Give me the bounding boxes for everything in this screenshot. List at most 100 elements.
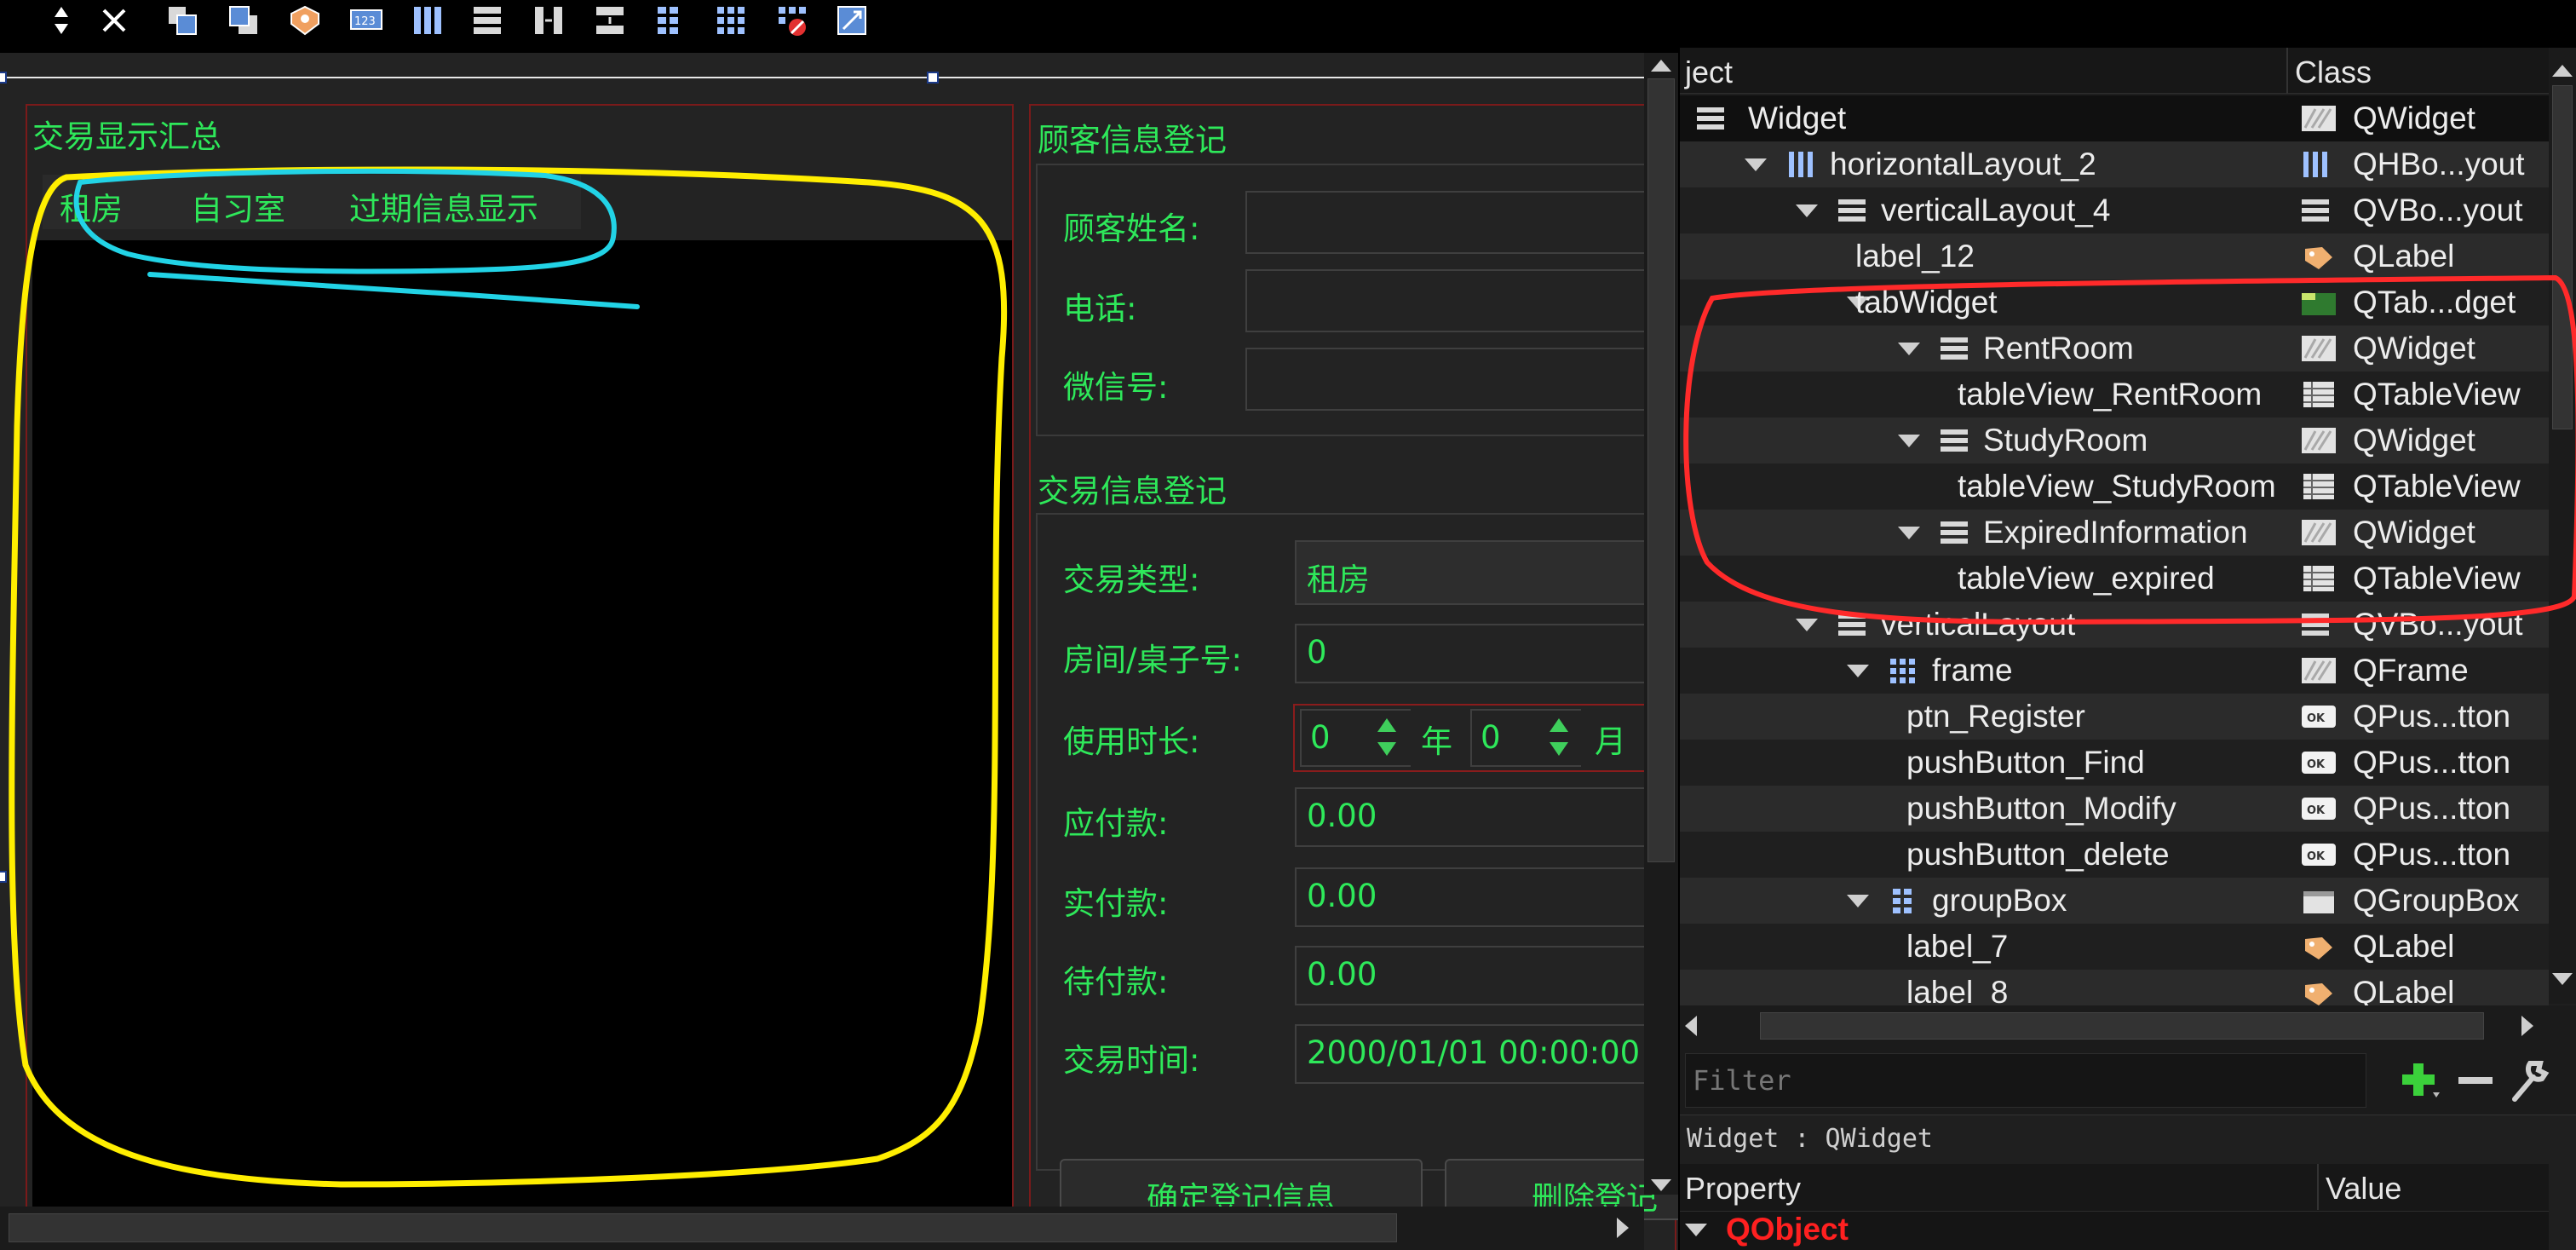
value-column-header[interactable]: Value [2326, 1171, 2401, 1207]
payable-input[interactable]: 0.00 [1295, 787, 1678, 847]
phone-input[interactable] [1245, 269, 1678, 332]
object-name: tableView_expired [1958, 561, 2215, 596]
configure-wrench-icon[interactable] [2504, 1055, 2552, 1104]
header-separator[interactable] [2286, 48, 2288, 94]
edit-tab-order-icon[interactable] [285, 2, 325, 39]
vlayout-icon [1838, 199, 1866, 222]
transaction-time-value: 2000/01/01 00:00:00 [1307, 1034, 1641, 1071]
expand-arrow-icon[interactable] [1898, 435, 1920, 447]
inspector-scroll-down-icon[interactable] [2552, 973, 2573, 985]
tab-expired-info[interactable]: 过期信息显示 [341, 175, 538, 228]
tree-row-pushButton_delete[interactable]: pushButton_delete OK QPus...tton [1680, 832, 2549, 878]
edit-buddies-icon[interactable]: 123 [346, 2, 387, 39]
tab-study-room[interactable]: 自习室 [182, 175, 285, 228]
tree-row-tableView_RentRoom[interactable]: tableView_RentRoom QTableView [1680, 372, 2549, 418]
inspector-scroll-right-icon[interactable] [2521, 1016, 2533, 1036]
filter-input[interactable]: Filter [1685, 1053, 2366, 1108]
tree-row-tableView_StudyRoom[interactable]: tableView_StudyRoom QTableView [1680, 464, 2549, 510]
class-name: QLabel [2353, 929, 2455, 964]
svg-text:OK: OK [2307, 850, 2326, 863]
layout-grid-icon[interactable] [710, 2, 751, 39]
remove-dynamic-property-icon[interactable] [2453, 1058, 2498, 1103]
class-groupbox-icon [2303, 891, 2334, 913]
tree-row-groupBox[interactable]: groupBox QGroupBox [1680, 878, 2549, 924]
inspector-horizontal-scrollbar[interactable] [1680, 1005, 2576, 1046]
resize-handle-top[interactable] [927, 72, 939, 84]
tree-row-frame[interactable]: frame QFrame [1680, 648, 2549, 694]
expand-arrow-icon[interactable] [1796, 619, 1818, 631]
canvas-horizontal-scrollbar[interactable] [0, 1207, 1644, 1250]
add-dynamic-property-icon[interactable] [2395, 1058, 2443, 1103]
layout-form-icon[interactable] [649, 2, 690, 39]
class-vlayout-icon [2302, 613, 2329, 636]
class-hlayout-icon [2303, 152, 2327, 177]
class-column-header[interactable]: Class [2295, 55, 2372, 90]
inspector-hscroll-thumb[interactable] [1760, 1012, 2484, 1040]
resize-handle-left[interactable] [0, 72, 7, 84]
customer-name-input[interactable] [1245, 191, 1678, 254]
canvas-scroll-down-icon[interactable] [1651, 1179, 1671, 1191]
object-name: frame [1932, 653, 2013, 688]
layout-horizontal-splitter-icon[interactable] [528, 2, 569, 39]
tree-row-ptn_Register[interactable]: ptn_Register OK QPus...tton [1680, 694, 2549, 740]
inspector-scroll-up-icon[interactable] [2552, 65, 2573, 77]
tree-row-pushButton_Find[interactable]: pushButton_Find OK QPus...tton [1680, 740, 2549, 786]
expand-arrow-icon[interactable] [1847, 895, 1869, 907]
qobject-expand-icon[interactable] [1685, 1224, 1707, 1236]
layout-vertical-icon[interactable] [467, 2, 508, 39]
expand-arrow-icon[interactable] [1796, 204, 1818, 217]
expand-arrow-icon[interactable] [1847, 665, 1869, 677]
expand-arrow-icon[interactable] [1898, 343, 1920, 355]
inspector-vscroll-thumb[interactable] [2552, 85, 2573, 429]
property-row-qobject[interactable]: QObject [1680, 1212, 2549, 1250]
tree-row-Widget[interactable]: Widget QWidget [1680, 95, 2549, 141]
room-number-input[interactable]: 0 [1295, 624, 1678, 683]
pending-input[interactable]: 0.00 [1295, 946, 1678, 1005]
class-table-icon [2303, 566, 2334, 591]
object-name: pushButton_Find [1906, 745, 2145, 780]
layout-horizontal-icon[interactable] [407, 2, 448, 39]
close-x-icon[interactable] [94, 2, 135, 39]
transaction-time-input[interactable]: 2000/01/01 00:00:00 [1295, 1024, 1678, 1084]
bring-to-front-icon[interactable] [223, 2, 264, 39]
scroll-right-icon[interactable] [1617, 1218, 1629, 1238]
tree-row-ExpiredInformation[interactable]: ExpiredInformation QWidget [1680, 510, 2549, 556]
layout-vertical-splitter-icon[interactable] [589, 2, 630, 39]
sort-arrows-icon[interactable] [41, 2, 82, 39]
tree-row-pushButton_Modify[interactable]: pushButton_Modify OK QPus...tton [1680, 786, 2549, 832]
scroll-up-icon[interactable] [1651, 60, 1671, 72]
tab-rent-room[interactable]: 租房 [51, 175, 123, 228]
break-layout-icon[interactable] [772, 2, 813, 39]
tree-row-verticalLayout[interactable]: verticalLayout QVBo...yout [1680, 602, 2549, 648]
property-header-separator[interactable] [2317, 1164, 2319, 1210]
tree-row-StudyRoom[interactable]: StudyRoom QWidget [1680, 418, 2549, 464]
month-unit-label: 月 [1595, 723, 1626, 760]
paid-input[interactable]: 0.00 [1295, 867, 1678, 927]
tree-row-horizontalLayout_2[interactable]: horizontalLayout_2 QHBo...yout [1680, 141, 2549, 187]
tree-row-verticalLayout_4[interactable]: verticalLayout_4 QVBo...yout [1680, 187, 2549, 233]
object-column-header[interactable]: ject [1685, 55, 1733, 90]
transaction-type-combo[interactable]: 租房 [1295, 540, 1678, 605]
canvas-vscroll-thumb[interactable] [1647, 78, 1675, 862]
canvas-vertical-scrollbar[interactable] [1644, 53, 1678, 1195]
send-to-back-icon[interactable] [162, 2, 203, 39]
inspector-scroll-left-icon[interactable] [1685, 1016, 1697, 1036]
inspector-vertical-scrollbar[interactable] [2549, 48, 2576, 1004]
wechat-input[interactable] [1245, 348, 1678, 411]
tree-row-tableView_expired[interactable]: tableView_expired QTableView [1680, 556, 2549, 602]
tree-row-label_12[interactable]: label_12 QLabel [1680, 233, 2549, 279]
property-column-header[interactable]: Property [1685, 1171, 1801, 1207]
tree-row-tabWidget[interactable]: tabWidget QTab...dget [1680, 279, 2549, 325]
adjust-size-icon[interactable] [831, 2, 872, 39]
expand-arrow-icon[interactable] [1745, 158, 1767, 171]
tree-row-label_7[interactable]: label_7 QLabel [1680, 924, 2549, 970]
month-spin-arrows-icon[interactable] [1542, 711, 1576, 764]
expand-arrow-icon[interactable] [1898, 527, 1920, 539]
form-design-canvas[interactable]: 交易显示汇总 租房 自习室 过期信息显示 顾客信息登记 顾客姓名: 电话: 微信… [0, 53, 1678, 1250]
year-spin-arrows-icon[interactable] [1370, 711, 1404, 764]
resize-handle-side[interactable] [0, 871, 7, 883]
canvas-hscroll-thumb[interactable] [9, 1213, 1397, 1242]
class-name: QVBo...yout [2353, 607, 2523, 642]
tree-row-RentRoom[interactable]: RentRoom QWidget [1680, 325, 2549, 372]
vlayout-icon [1941, 521, 1968, 544]
